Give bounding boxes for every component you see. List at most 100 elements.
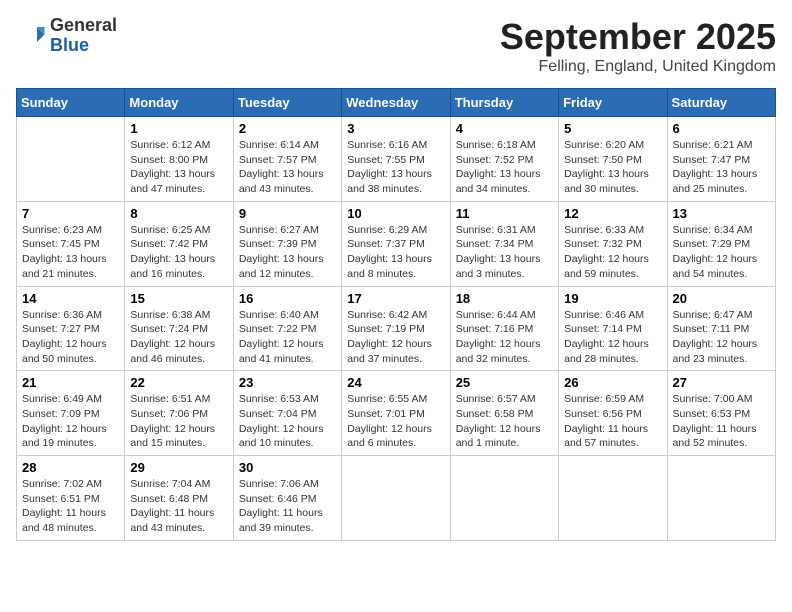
day-number: 6 xyxy=(673,121,770,136)
calendar-cell: 21 Sunrise: 6:49 AM Sunset: 7:09 PM Dayli… xyxy=(17,371,125,456)
day-number: 19 xyxy=(564,291,661,306)
day-info: Sunrise: 6:38 AM Sunset: 7:24 PM Dayligh… xyxy=(130,308,227,367)
logo-text: General Blue xyxy=(50,16,117,56)
day-info: Sunrise: 6:27 AM Sunset: 7:39 PM Dayligh… xyxy=(239,223,336,282)
day-info: Sunrise: 6:21 AM Sunset: 7:47 PM Dayligh… xyxy=(673,138,770,197)
logo: General Blue xyxy=(16,16,117,56)
day-info: Sunrise: 6:36 AM Sunset: 7:27 PM Dayligh… xyxy=(22,308,119,367)
day-info: Sunrise: 6:57 AM Sunset: 6:58 PM Dayligh… xyxy=(456,392,553,451)
day-number: 14 xyxy=(22,291,119,306)
day-number: 8 xyxy=(130,206,227,221)
calendar-cell: 8 Sunrise: 6:25 AM Sunset: 7:42 PM Daylig… xyxy=(125,201,233,286)
calendar-cell: 5 Sunrise: 6:20 AM Sunset: 7:50 PM Daylig… xyxy=(559,117,667,202)
day-number: 7 xyxy=(22,206,119,221)
calendar-cell: 26Sunrise: 6:59 AM Sunset: 6:56 PM Dayli… xyxy=(559,371,667,456)
day-number: 13 xyxy=(673,206,770,221)
day-info: Sunrise: 6:16 AM Sunset: 7:55 PM Dayligh… xyxy=(347,138,444,197)
calendar-cell: 6 Sunrise: 6:21 AM Sunset: 7:47 PM Daylig… xyxy=(667,117,775,202)
calendar-cell: 28 Sunrise: 7:02 AM Sunset: 6:51 PM Dayli… xyxy=(17,456,125,541)
calendar-cell: 20 Sunrise: 6:47 AM Sunset: 7:11 PM Dayli… xyxy=(667,286,775,371)
day-info: Sunrise: 6:12 AM Sunset: 8:00 PM Dayligh… xyxy=(130,138,227,197)
weekday-header-tuesday: Tuesday xyxy=(233,89,341,117)
day-info: Sunrise: 6:29 AM Sunset: 7:37 PM Dayligh… xyxy=(347,223,444,282)
day-info: Sunrise: 6:20 AM Sunset: 7:50 PM Dayligh… xyxy=(564,138,661,197)
calendar-cell: 13 Sunrise: 6:34 AM Sunset: 7:29 PM Dayli… xyxy=(667,201,775,286)
calendar-cell: 11Sunrise: 6:31 AM Sunset: 7:34 PM Dayli… xyxy=(450,201,558,286)
day-number: 25 xyxy=(456,375,553,390)
calendar-cell: 7 Sunrise: 6:23 AM Sunset: 7:45 PM Daylig… xyxy=(17,201,125,286)
day-number: 26 xyxy=(564,375,661,390)
day-info: Sunrise: 6:23 AM Sunset: 7:45 PM Dayligh… xyxy=(22,223,119,282)
logo-general: General xyxy=(50,16,117,36)
calendar-cell: 27 Sunrise: 7:00 AM Sunset: 6:53 PM Dayli… xyxy=(667,371,775,456)
weekday-header-friday: Friday xyxy=(559,89,667,117)
location-title: Felling, England, United Kingdom xyxy=(500,58,776,76)
calendar-cell: 30 Sunrise: 7:06 AM Sunset: 6:46 PM Dayli… xyxy=(233,456,341,541)
day-info: Sunrise: 6:25 AM Sunset: 7:42 PM Dayligh… xyxy=(130,223,227,282)
day-number: 22 xyxy=(130,375,227,390)
day-info: Sunrise: 6:34 AM Sunset: 7:29 PM Dayligh… xyxy=(673,223,770,282)
week-row-2: 7 Sunrise: 6:23 AM Sunset: 7:45 PM Daylig… xyxy=(17,201,776,286)
calendar-cell: 4Sunrise: 6:18 AM Sunset: 7:52 PM Daylig… xyxy=(450,117,558,202)
calendar-cell: 24Sunrise: 6:55 AM Sunset: 7:01 PM Dayli… xyxy=(342,371,450,456)
title-area: September 2025 Felling, England, United … xyxy=(500,16,776,76)
weekday-header-saturday: Saturday xyxy=(667,89,775,117)
day-info: Sunrise: 6:49 AM Sunset: 7:09 PM Dayligh… xyxy=(22,392,119,451)
day-number: 28 xyxy=(22,460,119,475)
day-number: 21 xyxy=(22,375,119,390)
day-number: 12 xyxy=(564,206,661,221)
weekday-header-row: SundayMondayTuesdayWednesdayThursdayFrid… xyxy=(17,89,776,117)
calendar-cell: 1 Sunrise: 6:12 AM Sunset: 8:00 PM Daylig… xyxy=(125,117,233,202)
calendar-cell: 29Sunrise: 7:04 AM Sunset: 6:48 PM Dayli… xyxy=(125,456,233,541)
day-number: 30 xyxy=(239,460,336,475)
calendar-cell xyxy=(450,456,558,541)
day-number: 15 xyxy=(130,291,227,306)
calendar-cell xyxy=(667,456,775,541)
weekday-header-monday: Monday xyxy=(125,89,233,117)
day-number: 20 xyxy=(673,291,770,306)
day-number: 5 xyxy=(564,121,661,136)
day-number: 3 xyxy=(347,121,444,136)
header: General Blue September 2025 Felling, Eng… xyxy=(16,16,776,76)
logo-blue: Blue xyxy=(50,36,117,56)
calendar-cell: 16Sunrise: 6:40 AM Sunset: 7:22 PM Dayli… xyxy=(233,286,341,371)
calendar-cell: 22 Sunrise: 6:51 AM Sunset: 7:06 PM Dayli… xyxy=(125,371,233,456)
calendar-cell: 14 Sunrise: 6:36 AM Sunset: 7:27 PM Dayli… xyxy=(17,286,125,371)
day-info: Sunrise: 6:31 AM Sunset: 7:34 PM Dayligh… xyxy=(456,223,553,282)
calendar-table: SundayMondayTuesdayWednesdayThursdayFrid… xyxy=(16,88,776,541)
calendar-cell xyxy=(342,456,450,541)
calendar-cell: 3 Sunrise: 6:16 AM Sunset: 7:55 PM Daylig… xyxy=(342,117,450,202)
day-info: Sunrise: 7:02 AM Sunset: 6:51 PM Dayligh… xyxy=(22,477,119,536)
week-row-1: 1 Sunrise: 6:12 AM Sunset: 8:00 PM Daylig… xyxy=(17,117,776,202)
calendar-cell: 9 Sunrise: 6:27 AM Sunset: 7:39 PM Daylig… xyxy=(233,201,341,286)
calendar-cell: 17Sunrise: 6:42 AM Sunset: 7:19 PM Dayli… xyxy=(342,286,450,371)
day-info: Sunrise: 6:40 AM Sunset: 7:22 PM Dayligh… xyxy=(239,308,336,367)
day-info: Sunrise: 6:44 AM Sunset: 7:16 PM Dayligh… xyxy=(456,308,553,367)
weekday-header-wednesday: Wednesday xyxy=(342,89,450,117)
calendar-cell: 23Sunrise: 6:53 AM Sunset: 7:04 PM Dayli… xyxy=(233,371,341,456)
week-row-5: 28 Sunrise: 7:02 AM Sunset: 6:51 PM Dayli… xyxy=(17,456,776,541)
calendar-cell: 12Sunrise: 6:33 AM Sunset: 7:32 PM Dayli… xyxy=(559,201,667,286)
day-number: 10 xyxy=(347,206,444,221)
day-number: 24 xyxy=(347,375,444,390)
day-number: 9 xyxy=(239,206,336,221)
day-number: 29 xyxy=(130,460,227,475)
day-info: Sunrise: 7:00 AM Sunset: 6:53 PM Dayligh… xyxy=(673,392,770,451)
day-number: 18 xyxy=(456,291,553,306)
month-title: September 2025 xyxy=(500,16,776,58)
day-info: Sunrise: 6:46 AM Sunset: 7:14 PM Dayligh… xyxy=(564,308,661,367)
day-info: Sunrise: 6:18 AM Sunset: 7:52 PM Dayligh… xyxy=(456,138,553,197)
day-info: Sunrise: 6:14 AM Sunset: 7:57 PM Dayligh… xyxy=(239,138,336,197)
day-info: Sunrise: 6:51 AM Sunset: 7:06 PM Dayligh… xyxy=(130,392,227,451)
week-row-4: 21 Sunrise: 6:49 AM Sunset: 7:09 PM Dayli… xyxy=(17,371,776,456)
day-number: 23 xyxy=(239,375,336,390)
day-number: 2 xyxy=(239,121,336,136)
calendar-cell: 25 Sunrise: 6:57 AM Sunset: 6:58 PM Dayli… xyxy=(450,371,558,456)
day-number: 1 xyxy=(130,121,227,136)
day-number: 27 xyxy=(673,375,770,390)
calendar-cell xyxy=(559,456,667,541)
logo-icon xyxy=(16,21,46,51)
day-info: Sunrise: 6:47 AM Sunset: 7:11 PM Dayligh… xyxy=(673,308,770,367)
day-info: Sunrise: 7:06 AM Sunset: 6:46 PM Dayligh… xyxy=(239,477,336,536)
day-info: Sunrise: 6:42 AM Sunset: 7:19 PM Dayligh… xyxy=(347,308,444,367)
